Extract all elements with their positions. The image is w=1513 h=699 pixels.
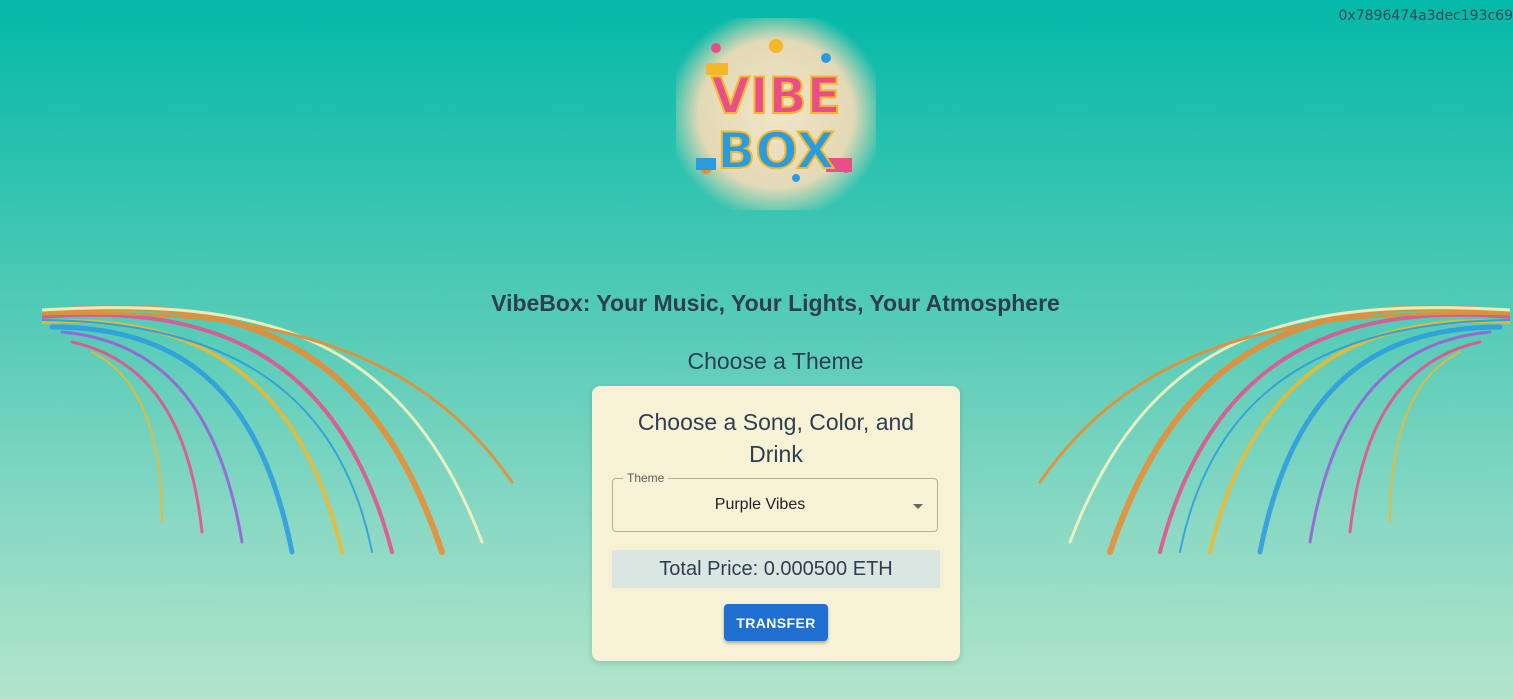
theme-select-label: Theme — [623, 471, 669, 485]
light-streaks-right — [1020, 282, 1513, 564]
choose-theme-heading: Choose a Theme — [687, 348, 864, 374]
vibebox-logo: VIBE BOX — [676, 18, 876, 210]
transfer-button[interactable]: TRANSFER — [724, 604, 828, 641]
caret-down-icon[interactable] — [913, 504, 923, 509]
theme-card: Choose a Song, Color, and Drink Theme Pu… — [592, 386, 960, 661]
theme-select[interactable]: Theme Purple Vibes — [612, 471, 938, 532]
wallet-address: 0x7896474a3dec193c69 — [1338, 8, 1513, 24]
logo-text-vibe: VIBE — [711, 67, 841, 125]
logo-text-box: BOX — [717, 122, 834, 180]
total-price: Total Price: 0.000500 ETH — [612, 550, 940, 588]
light-streaks-left — [39, 282, 532, 564]
card-title: Choose a Song, Color, and Drink — [637, 409, 915, 467]
theme-select-value: Purple Vibes — [714, 496, 806, 513]
page-headline: VibeBox: Your Music, Your Lights, Your A… — [491, 290, 1060, 316]
